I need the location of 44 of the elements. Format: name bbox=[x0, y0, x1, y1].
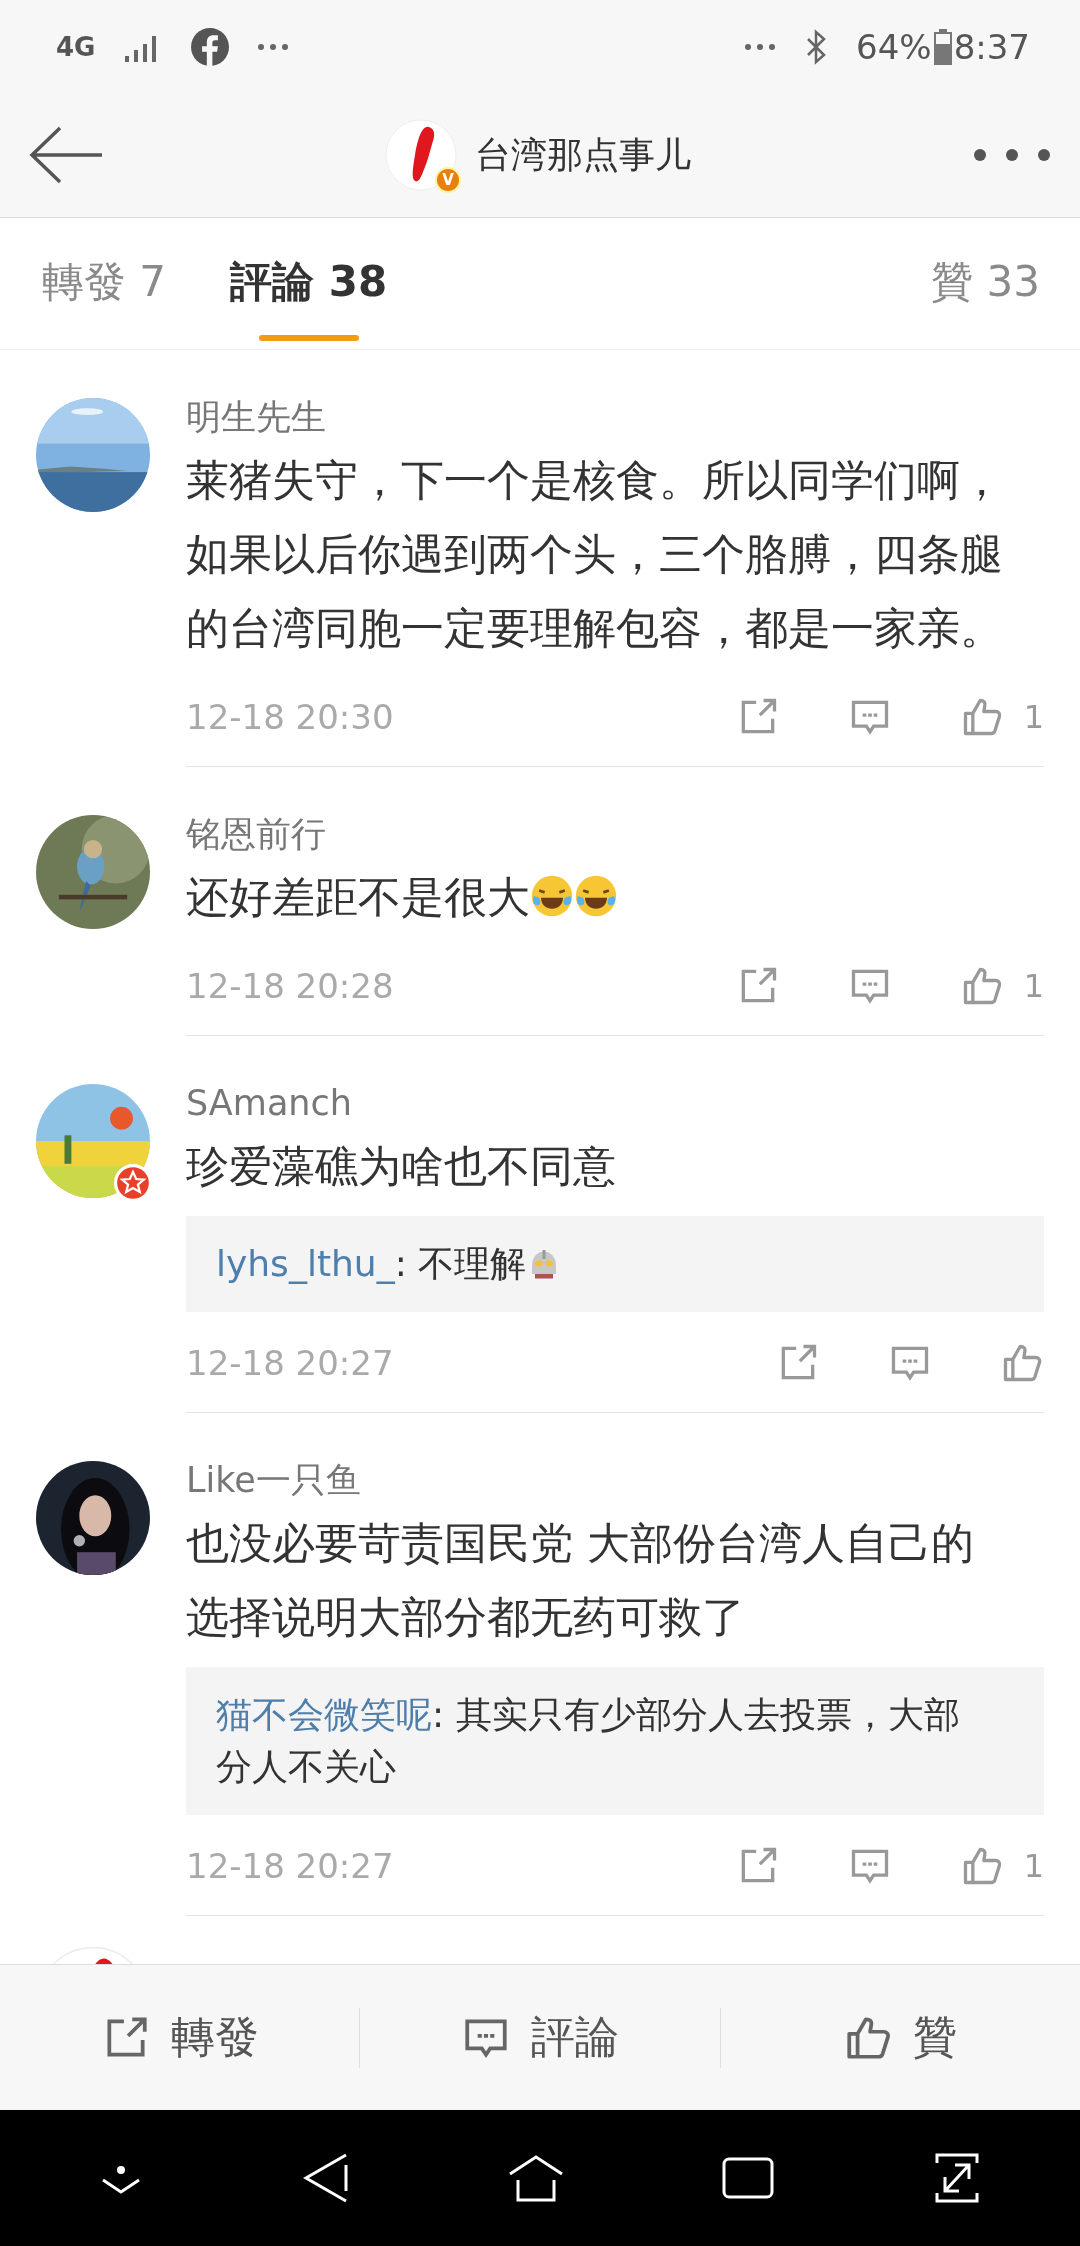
comment-button[interactable]: 評論 bbox=[360, 1965, 720, 2110]
more-icon[interactable] bbox=[972, 147, 1052, 163]
like-count: 1 bbox=[1022, 967, 1044, 1005]
reply-box[interactable]: lyhs_lthu_: 不理解 bbox=[186, 1216, 1044, 1312]
timestamp: 12-18 20:27 bbox=[186, 1343, 395, 1383]
comment-text: 珍爱藻礁为啥也不同意 bbox=[186, 1141, 617, 1193]
home-icon[interactable] bbox=[507, 2154, 564, 2202]
repost-button[interactable]: 轉發 bbox=[0, 1965, 360, 2110]
battery-level: 64% bbox=[856, 26, 932, 67]
back-icon[interactable] bbox=[28, 125, 104, 185]
reply-box[interactable]: 猫不会微笑呢: 其实只有少部分人去投票，大部分人不关心 bbox=[186, 1667, 1044, 1815]
timestamp: 12-18 20:27 bbox=[186, 1846, 395, 1886]
reply-user-link[interactable]: 猫不会微笑呢 bbox=[216, 1694, 432, 1735]
timestamp: 12-18 20:28 bbox=[186, 966, 395, 1006]
reply-text: 猫不会微笑呢: 其实只有少部分人去投票，大部分人不关心 bbox=[216, 1693, 961, 1789]
comment-text: 也没必要苛责国民党 大部份台湾人自己的选择说明大部分都无药可救了 bbox=[186, 1518, 975, 1644]
recents-icon[interactable] bbox=[722, 2157, 775, 2199]
reply-user-link[interactable]: lyhs_lthu_ bbox=[216, 1243, 395, 1284]
comment-text: 莱猪失守，下一个是核食。所以同学们啊，如果以后你遇到两个头，三个胳膊，四条腿的台湾同胞一定要理解包容，都是一家亲。 bbox=[186, 455, 1004, 655]
timestamp: 12-18 20:30 bbox=[186, 697, 395, 737]
more-icon bbox=[744, 42, 777, 51]
like-count: 1 bbox=[1022, 1847, 1044, 1885]
reply-text: lyhs_lthu_: 不理解 bbox=[216, 1238, 984, 1290]
user-name[interactable]: SAmanch bbox=[186, 1076, 1044, 1130]
more-icon bbox=[257, 42, 290, 51]
back-icon[interactable] bbox=[301, 2151, 350, 2205]
like-count: 1 bbox=[1022, 698, 1044, 736]
page-title: 台湾那点事儿 bbox=[475, 132, 691, 177]
user-name[interactable]: 铭恩前行 bbox=[186, 807, 1044, 861]
tab[interactable]: 評論 38 bbox=[230, 222, 388, 345]
user-name[interactable]: Like一只鱼 bbox=[186, 1453, 1044, 1507]
verified-badge: V bbox=[435, 167, 461, 193]
battery-icon bbox=[933, 28, 952, 65]
logo-icon bbox=[385, 119, 457, 191]
clock: 8:37 bbox=[953, 26, 1030, 67]
like-button[interactable]: 贊 bbox=[720, 1965, 1080, 2110]
network-type: 4G bbox=[56, 31, 96, 62]
user-name[interactable]: 明生先生 bbox=[186, 390, 1044, 444]
comment-text: 还好差距不是很大 bbox=[186, 861, 1008, 935]
tab[interactable]: 轉發 7 bbox=[42, 222, 167, 345]
tab[interactable]: 贊 33 bbox=[931, 222, 1040, 345]
facebook-icon bbox=[191, 27, 230, 66]
laughing-emoji-icon bbox=[530, 874, 574, 918]
laughing-emoji-icon bbox=[574, 874, 618, 918]
